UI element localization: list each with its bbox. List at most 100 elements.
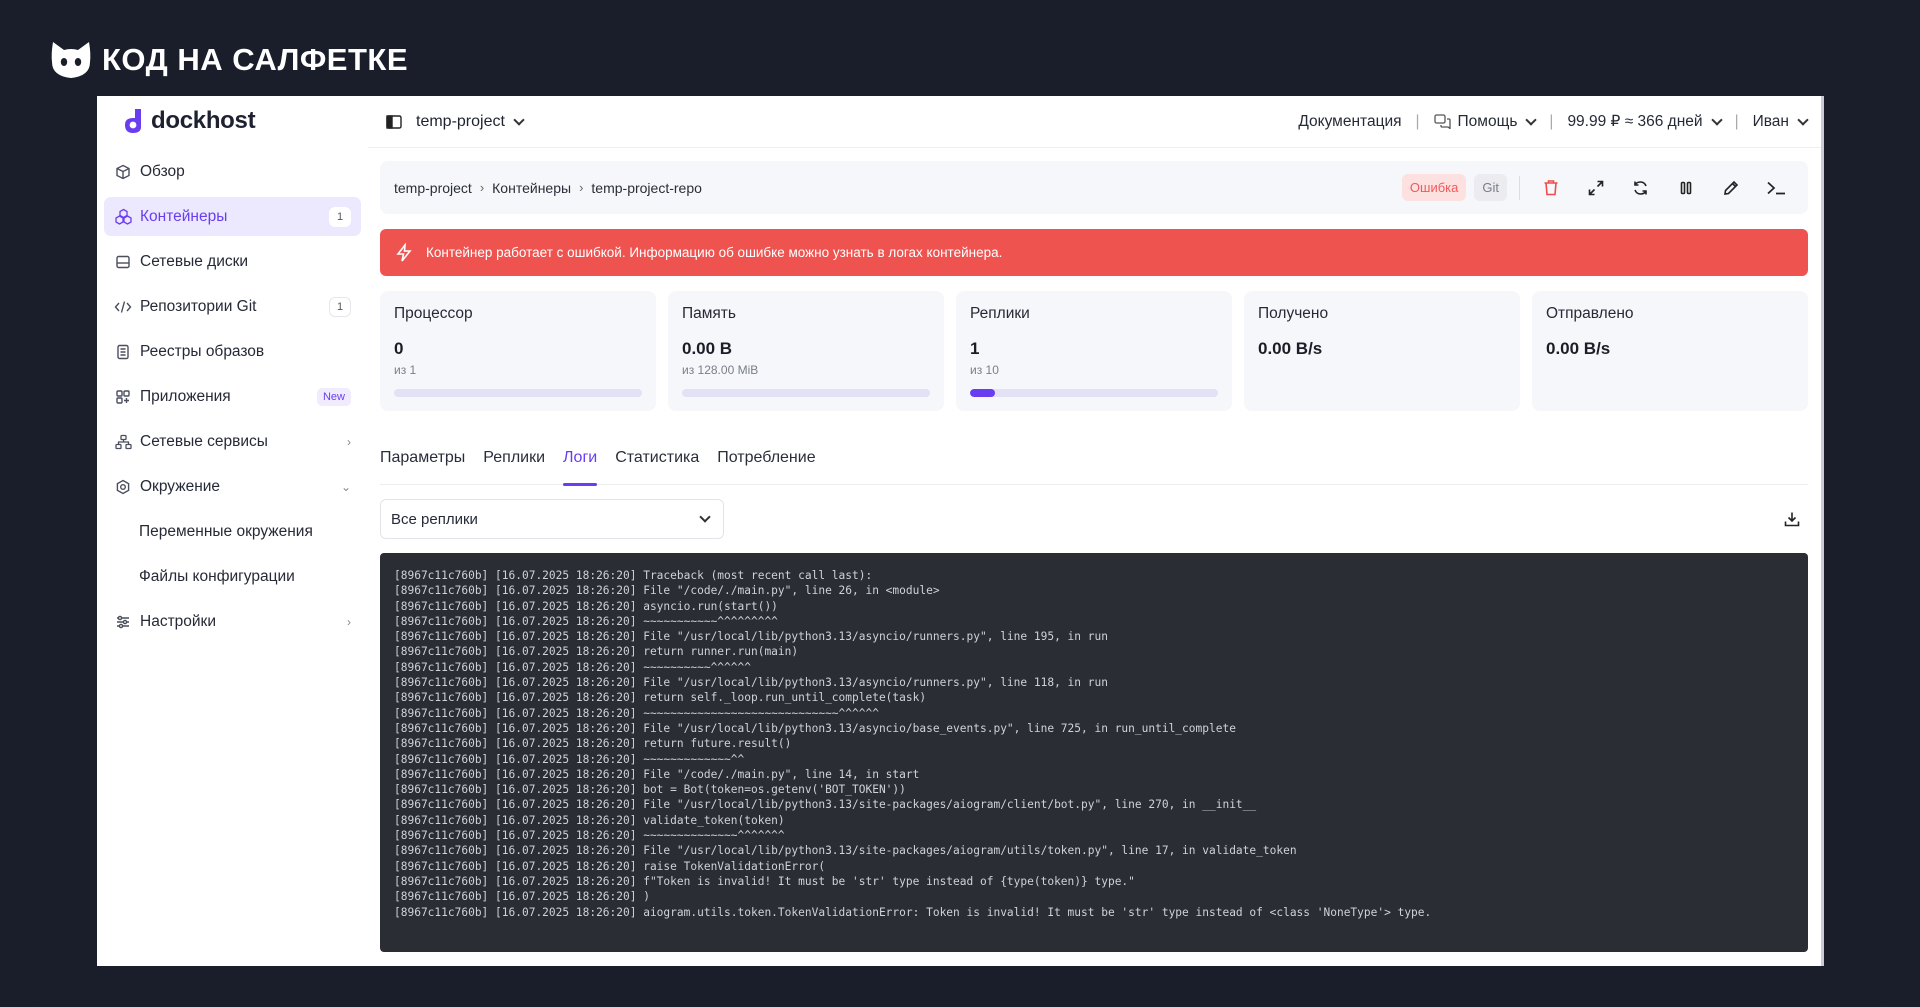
- log-line: [8967c11c760b] [16.07.2025 18:26:20] Fil…: [394, 798, 1257, 812]
- log-line: [8967c11c760b] [16.07.2025 18:26:20] ): [394, 890, 650, 904]
- sidebar-toggle-icon[interactable]: [386, 114, 402, 129]
- download-logs-button[interactable]: [1776, 503, 1808, 535]
- network-icon: [114, 433, 132, 451]
- stat-sub: из 1: [394, 363, 417, 377]
- sidebar-item-overview[interactable]: Обзор: [104, 152, 361, 191]
- download-icon: [1784, 512, 1800, 527]
- edit-button[interactable]: [1712, 169, 1749, 206]
- page-scrollbar[interactable]: [1821, 96, 1824, 966]
- sidebar-subitem-env-vars[interactable]: Переменные окружения: [104, 512, 361, 551]
- stat-value: 1: [970, 339, 980, 358]
- help-dropdown[interactable]: Помощь: [1433, 112, 1538, 131]
- log-filter-row: Все реплики: [380, 499, 1808, 539]
- project-selector[interactable]: temp-project: [416, 113, 525, 131]
- balance-dropdown[interactable]: 99.99 ₽ ≈ 366 дней: [1567, 112, 1723, 131]
- tab-replicas[interactable]: Реплики: [483, 449, 545, 485]
- progress-bar: [394, 389, 642, 397]
- lightning-icon: [396, 242, 412, 261]
- stats-row: Процессор 0 из 1 Память 0.00 B из 128.00…: [380, 291, 1808, 411]
- breadcrumb-current: temp-project-repo: [591, 179, 702, 196]
- sidebar-item-label: Обзор: [140, 162, 185, 180]
- sidebar-item-settings[interactable]: Настройки ›: [104, 602, 361, 641]
- log-line: [8967c11c760b] [16.07.2025 18:26:20] asy…: [394, 599, 778, 613]
- log-line: [8967c11c760b] [16.07.2025 18:26:20] bot…: [394, 783, 906, 797]
- alert-text: Контейнер работает с ошибкой. Информацию…: [426, 245, 1003, 260]
- log-line: [8967c11c760b] [16.07.2025 18:26:20] val…: [394, 813, 785, 827]
- restart-button[interactable]: [1622, 169, 1659, 206]
- sidebar-item-containers[interactable]: Контейнеры 1: [104, 197, 361, 236]
- chevron-down-icon: [513, 113, 525, 126]
- sidebar-item-label: Окружение: [140, 477, 221, 495]
- chevron-down-icon: [1710, 113, 1723, 126]
- stat-sub: из 10: [970, 363, 999, 377]
- stat-value: 0.00 B/s: [1546, 339, 1611, 358]
- log-line: [8967c11c760b] [16.07.2025 18:26:20] Fil…: [394, 844, 1297, 858]
- count-badge: 1: [329, 296, 351, 317]
- log-line: [8967c11c760b] [16.07.2025 18:26:20] ret…: [394, 691, 927, 705]
- sidebar-item-label: Приложения: [140, 387, 231, 405]
- breadcrumb-containers[interactable]: Контейнеры: [492, 180, 571, 196]
- breadcrumb-project[interactable]: temp-project: [394, 180, 472, 196]
- delete-button[interactable]: [1532, 169, 1569, 206]
- trash-icon: [1544, 180, 1557, 196]
- stat-replicas: Реплики 1 из 10: [956, 291, 1232, 411]
- terminal-button[interactable]: [1757, 169, 1794, 206]
- terminal-icon: [1766, 181, 1785, 194]
- log-line: [8967c11c760b] [16.07.2025 18:26:20] Fil…: [394, 676, 1108, 690]
- stat-title: Память: [682, 305, 736, 322]
- scale-button[interactable]: [1577, 169, 1614, 206]
- log-line: [8967c11c760b] [16.07.2025 18:26:20] ~~~…: [394, 752, 745, 766]
- log-line: [8967c11c760b] [16.07.2025 18:26:20] Fil…: [394, 630, 1108, 644]
- chevron-down-icon: [1525, 113, 1538, 126]
- docs-link[interactable]: Документация: [1298, 113, 1401, 131]
- log-line: [8967c11c760b] [16.07.2025 18:26:20] Fil…: [394, 721, 1236, 735]
- stat-sent: Отправлено 0.00 B/s: [1532, 291, 1808, 411]
- sliders-icon: [114, 613, 132, 631]
- pause-button[interactable]: [1667, 169, 1704, 206]
- chevron-down-icon: ⌄: [340, 479, 351, 494]
- tab-logs[interactable]: Логи: [563, 449, 598, 486]
- sidebar-item-environment[interactable]: Окружение ⌄: [104, 467, 361, 506]
- count-badge: 1: [329, 206, 351, 227]
- tab-bar: Параметры Реплики Логи Статистика Потреб…: [380, 449, 1808, 486]
- sidebar-item-apps[interactable]: Приложения New: [104, 377, 361, 416]
- sidebar-item-label: Репозитории Git: [140, 297, 257, 315]
- stat-title: Реплики: [970, 305, 1030, 322]
- chevron-right-icon: ›: [347, 434, 351, 449]
- sidebar-subitem-config-files[interactable]: Файлы конфигурации: [104, 557, 361, 596]
- tab-consumption[interactable]: Потребление: [717, 449, 815, 485]
- error-alert: Контейнер работает с ошибкой. Информацию…: [380, 229, 1808, 276]
- replica-select-value: Все реплики: [391, 510, 478, 528]
- sidebar-item-network-services[interactable]: Сетевые сервисы ›: [104, 422, 361, 461]
- sidebar-item-label: Настройки: [140, 612, 217, 630]
- log-viewer[interactable]: [8967c11c760b] [16.07.2025 18:26:20] Tra…: [380, 553, 1808, 952]
- replica-select[interactable]: Все реплики: [380, 499, 724, 539]
- git-badge: Git: [1474, 174, 1507, 201]
- logo-text: dockhost: [151, 107, 256, 134]
- tab-parameters[interactable]: Параметры: [380, 449, 465, 485]
- chevron-right-icon: ›: [579, 180, 584, 195]
- tab-statistics[interactable]: Статистика: [615, 449, 699, 485]
- sidebar-item-label: Сетевые диски: [140, 252, 249, 270]
- divider: |: [1415, 112, 1420, 130]
- help-label: Помощь: [1457, 112, 1518, 130]
- progress-fill: [970, 389, 995, 397]
- user-menu[interactable]: Иван: [1752, 112, 1809, 131]
- containers-icon: [114, 208, 132, 226]
- progress-bar: [682, 389, 930, 397]
- stat-sub: из 128.00 MiB: [682, 363, 759, 377]
- sidebar-item-git-repos[interactable]: Репозитории Git 1: [104, 287, 361, 326]
- sidebar-item-network-disks[interactable]: Сетевые диски: [104, 242, 361, 281]
- sidebar-item-label: Реестры образов: [140, 342, 265, 360]
- environment-icon: [114, 478, 132, 496]
- sidebar-item-registries[interactable]: Реестры образов: [104, 332, 361, 371]
- log-line: [8967c11c760b] [16.07.2025 18:26:20] rai…: [394, 859, 826, 873]
- user-name: Иван: [1752, 112, 1789, 130]
- app-logo[interactable]: dockhost: [104, 96, 361, 146]
- chevron-down-icon: [699, 511, 711, 523]
- watermark: КОД НА САЛФЕТКЕ: [50, 40, 408, 80]
- log-line: [8967c11c760b] [16.07.2025 18:26:20] ~~~…: [394, 614, 778, 628]
- chevron-right-icon: ›: [347, 614, 351, 629]
- log-line: [8967c11c760b] [16.07.2025 18:26:20] ~~~…: [394, 706, 879, 720]
- apps-icon: [114, 388, 132, 406]
